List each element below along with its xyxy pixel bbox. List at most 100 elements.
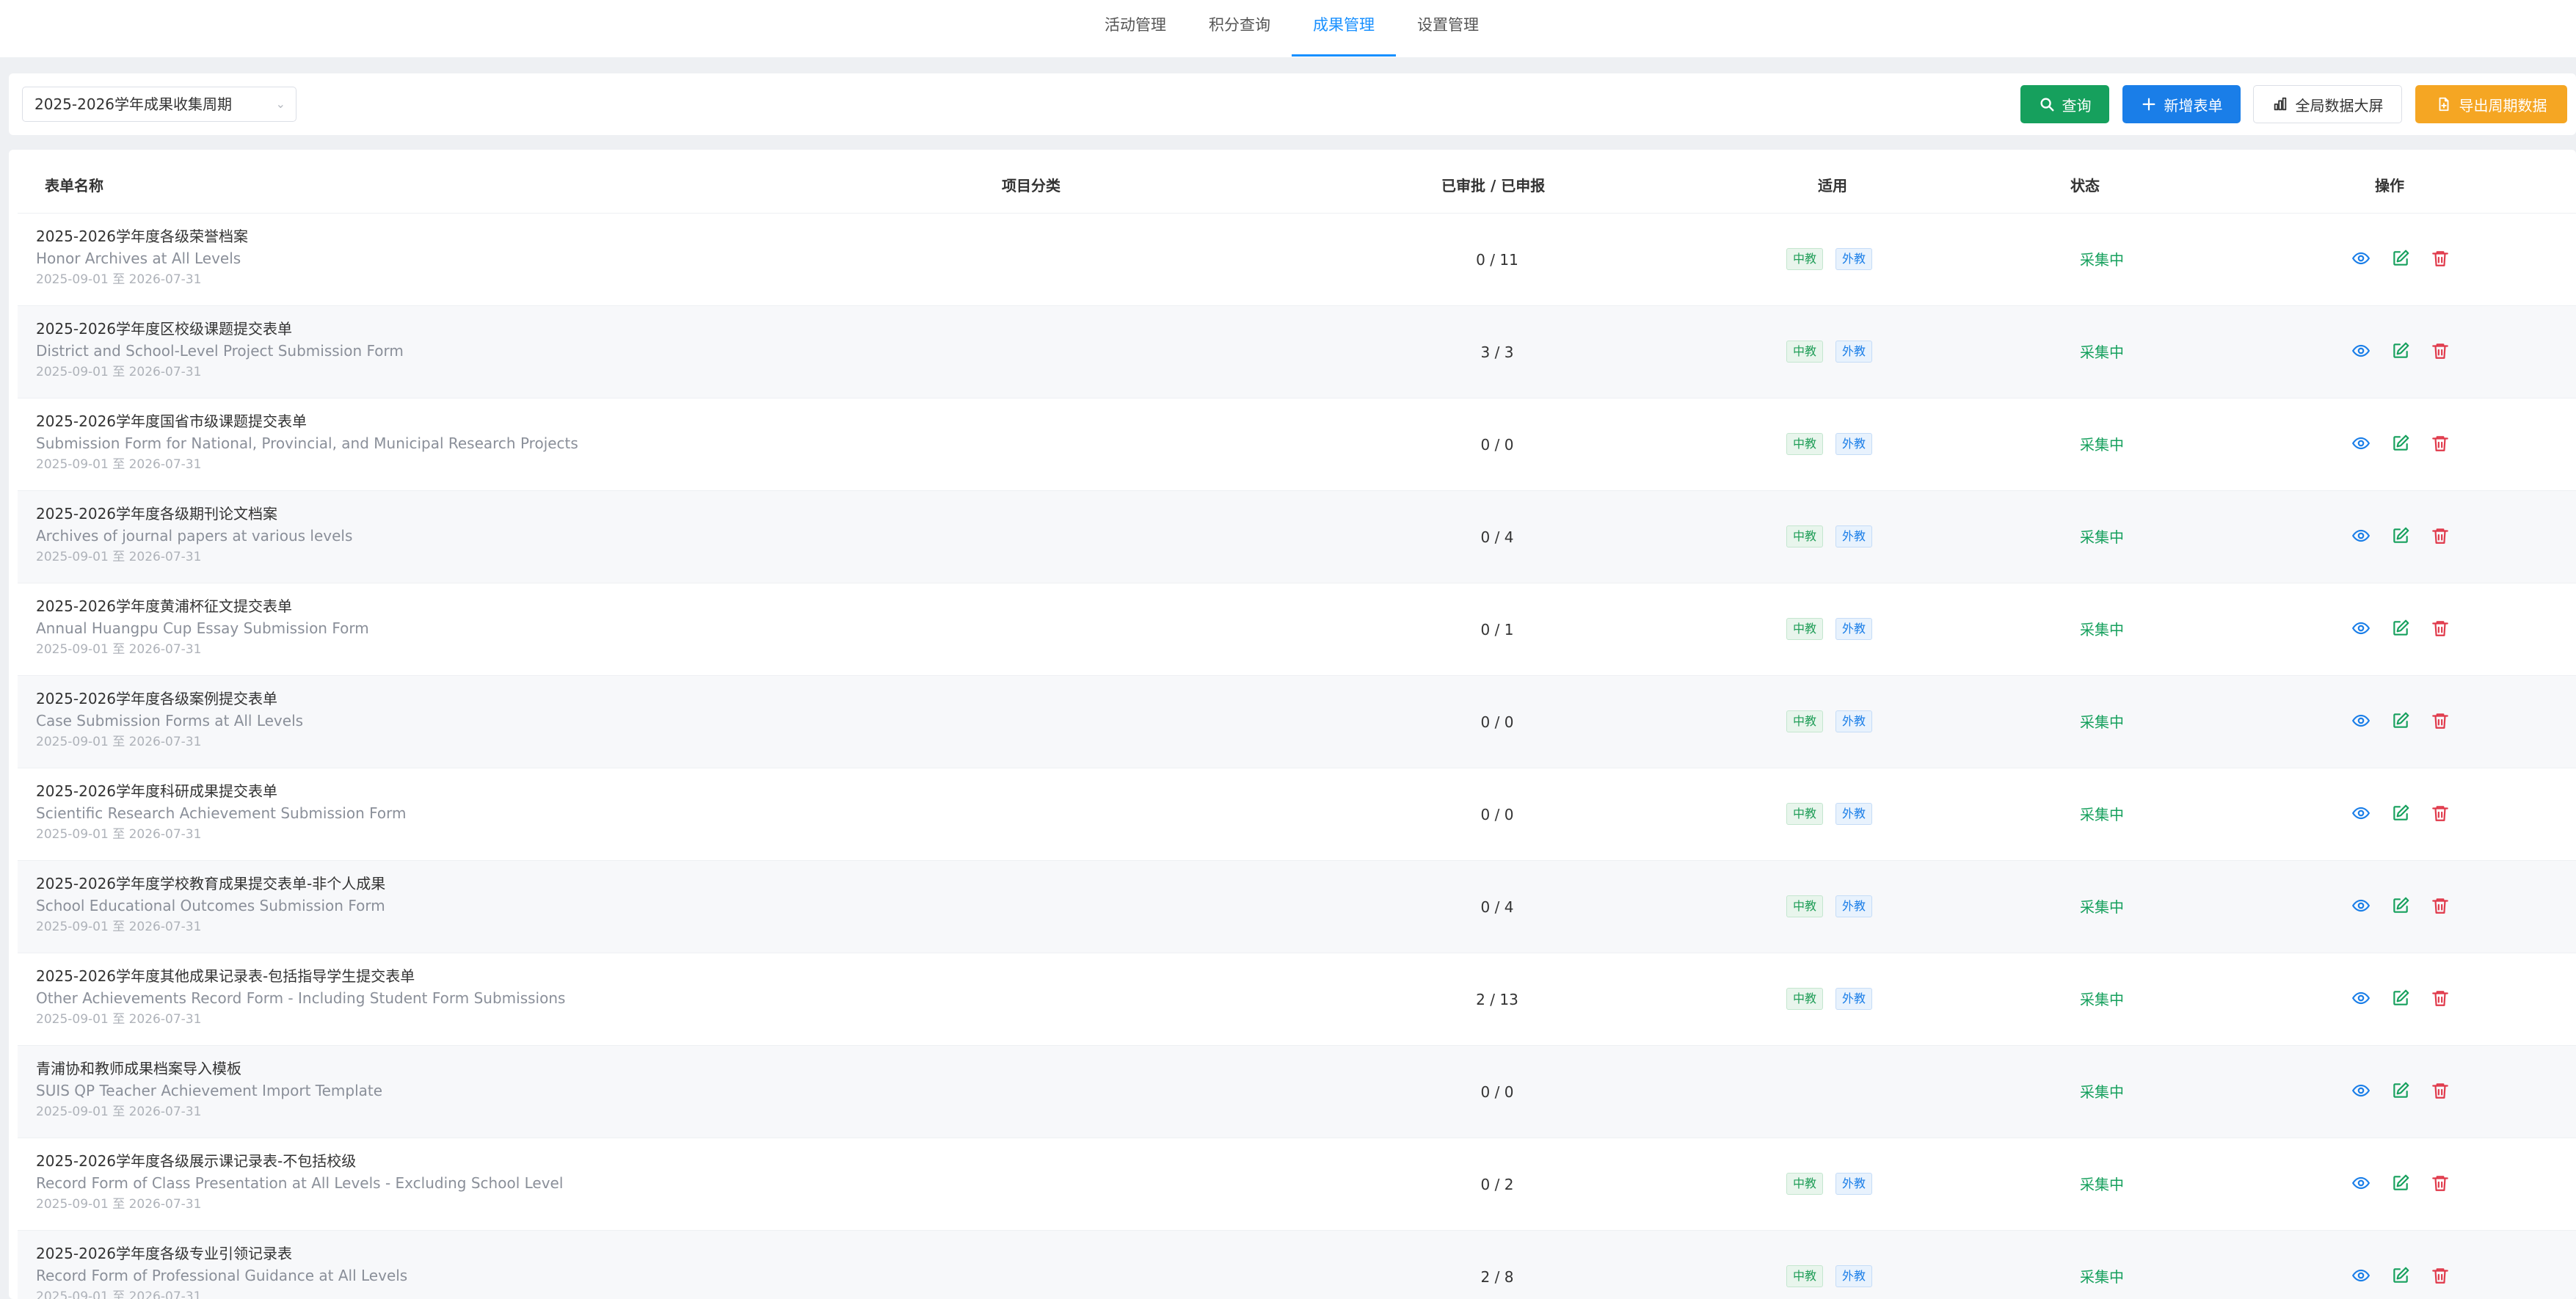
- edit-button[interactable]: [2391, 526, 2410, 545]
- view-button[interactable]: [2351, 711, 2371, 730]
- table-body: 2025-2026学年度各级荣誉档案 Honor Archives at All…: [18, 213, 2576, 1299]
- table-row: 2025-2026学年度科研成果提交表单 Scientific Research…: [18, 768, 2576, 860]
- edit-button[interactable]: [2391, 1266, 2410, 1285]
- delete-button[interactable]: [2431, 249, 2450, 268]
- form-date-range: 2025-09-01 至 2026-07-31: [36, 642, 202, 657]
- edit-icon: [2393, 989, 2409, 1005]
- status-text: 采集中: [2080, 343, 2124, 361]
- delete-button[interactable]: [2431, 434, 2450, 453]
- view-button[interactable]: [2351, 341, 2371, 360]
- form-name-en: Record Form of Professional Guidance at …: [36, 1267, 408, 1284]
- view-button[interactable]: [2351, 526, 2371, 545]
- form-date-range: 2025-09-01 至 2026-07-31: [36, 1105, 202, 1119]
- top-navigation: 活动管理 积分查询 成果管理 设置管理: [0, 0, 2576, 57]
- edit-button[interactable]: [2391, 896, 2410, 915]
- edit-button[interactable]: [2391, 711, 2410, 730]
- row-actions: [2351, 619, 2450, 638]
- applicable-tags: 中教 外教: [1786, 433, 1873, 455]
- form-name-cell: 2025-2026学年度国省市级课题提交表单 Submission Form f…: [36, 410, 578, 475]
- form-name-cell: 2025-2026学年度学校教育成果提交表单-非个人成果 School Educ…: [36, 873, 385, 937]
- edit-button[interactable]: [2391, 619, 2410, 638]
- tag-foreign-teacher: 外教: [1835, 803, 1873, 825]
- applicable-tags: 中教 外教: [1786, 710, 1873, 732]
- form-name-cell: 2025-2026学年度各级期刊论文档案 Archives of journal…: [36, 503, 352, 567]
- form-name-cell: 2025-2026学年度区校级课题提交表单 District and Schoo…: [36, 318, 404, 382]
- delete-button[interactable]: [2431, 341, 2450, 360]
- view-button[interactable]: [2351, 619, 2371, 638]
- approved-reported-count: 0 / 0: [1480, 806, 1514, 823]
- delete-button[interactable]: [2431, 619, 2450, 638]
- add-form-button[interactable]: 新增表单: [2122, 85, 2241, 123]
- delete-button[interactable]: [2431, 1174, 2450, 1193]
- form-name-cell: 2025-2026学年度各级荣誉档案 Honor Archives at All…: [36, 225, 248, 290]
- tag-chinese-teacher: 中教: [1786, 248, 1824, 270]
- chevron-down-icon: ⌄: [275, 97, 285, 111]
- approved-reported-count: 0 / 11: [1476, 251, 1518, 269]
- global-data-screen-label: 全局数据大屏: [2295, 96, 2384, 114]
- form-name-cell: 青浦协和教师成果档案导入模板 SUIS QP Teacher Achieveme…: [36, 1058, 382, 1122]
- approved-reported-count: 2 / 8: [1480, 1268, 1514, 1286]
- form-name-en: Scientific Research Achievement Submissi…: [36, 804, 407, 822]
- edit-button[interactable]: [2391, 1174, 2410, 1193]
- global-data-screen-button[interactable]: 全局数据大屏: [2253, 85, 2402, 123]
- edit-button[interactable]: [2391, 989, 2410, 1008]
- table-row: 2025-2026学年度各级展示课记录表-不包括校级 Record Form o…: [18, 1138, 2576, 1230]
- file-export-icon: [2439, 97, 2448, 112]
- delete-button[interactable]: [2431, 711, 2450, 730]
- view-button[interactable]: [2351, 1081, 2371, 1100]
- edit-button[interactable]: [2391, 804, 2410, 823]
- table-row: 2025-2026学年度黄浦杯征文提交表单 Annual Huangpu Cup…: [18, 583, 2576, 675]
- delete-button[interactable]: [2431, 526, 2450, 545]
- form-name-cell: 2025-2026学年度各级展示课记录表-不包括校级 Record Form o…: [36, 1150, 563, 1215]
- view-button[interactable]: [2351, 804, 2371, 823]
- trash-icon: [2432, 1268, 2448, 1284]
- table-row: 2025-2026学年度其他成果记录表-包括指导学生提交表单 Other Ach…: [18, 953, 2576, 1045]
- status-text: 采集中: [2080, 1176, 2124, 1193]
- header-status: 状态: [2070, 177, 2100, 194]
- edit-icon: [2393, 712, 2409, 728]
- trash-icon: [2432, 343, 2448, 359]
- eye-icon: [2351, 344, 2371, 357]
- filter-bar: 2025-2026学年成果收集周期 ⌄ 查询 新增表单 全局数据大屏 导出周期数…: [9, 73, 2576, 135]
- view-button[interactable]: [2351, 1174, 2371, 1193]
- tag-chinese-teacher: 中教: [1786, 341, 1824, 363]
- tab-activity-management[interactable]: 活动管理: [1083, 0, 1187, 57]
- tag-chinese-teacher: 中教: [1786, 618, 1824, 640]
- export-cycle-data-button[interactable]: 导出周期数据: [2415, 85, 2567, 123]
- plus-icon: [2142, 98, 2155, 111]
- delete-button[interactable]: [2431, 1081, 2450, 1100]
- row-actions: [2351, 249, 2450, 268]
- form-name-en: Record Form of Class Presentation at All…: [36, 1174, 564, 1192]
- edit-button[interactable]: [2391, 1081, 2410, 1100]
- view-button[interactable]: [2351, 1266, 2371, 1285]
- cycle-select[interactable]: 2025-2026学年成果收集周期 ⌄: [22, 87, 296, 122]
- view-button[interactable]: [2351, 249, 2371, 268]
- approved-reported-count: 0 / 0: [1480, 713, 1514, 731]
- tab-settings-management[interactable]: 设置管理: [1396, 0, 1500, 57]
- delete-button[interactable]: [2431, 804, 2450, 823]
- edit-icon: [2393, 1174, 2409, 1190]
- eye-icon: [2351, 1084, 2371, 1097]
- query-button-label: 查询: [2062, 96, 2092, 114]
- delete-button[interactable]: [2431, 896, 2450, 915]
- edit-icon: [2393, 434, 2409, 451]
- status-text: 采集中: [2080, 1268, 2124, 1286]
- form-date-range: 2025-09-01 至 2026-07-31: [36, 1289, 202, 1299]
- approved-reported-count: 0 / 4: [1480, 898, 1514, 916]
- view-button[interactable]: [2351, 989, 2371, 1008]
- tab-points-query[interactable]: 积分查询: [1187, 0, 1292, 57]
- form-date-range: 2025-09-01 至 2026-07-31: [36, 920, 202, 934]
- delete-button[interactable]: [2431, 1266, 2450, 1285]
- header-project-category: 项目分类: [1002, 177, 1060, 194]
- edit-button[interactable]: [2391, 341, 2410, 360]
- view-button[interactable]: [2351, 896, 2371, 915]
- view-button[interactable]: [2351, 434, 2371, 453]
- row-actions: [2351, 526, 2450, 545]
- tab-achievement-management[interactable]: 成果管理: [1292, 0, 1396, 57]
- query-button[interactable]: 查询: [2020, 85, 2109, 123]
- edit-button[interactable]: [2391, 434, 2410, 453]
- table-row: 2025-2026学年度国省市级课题提交表单 Submission Form f…: [18, 398, 2576, 490]
- edit-button[interactable]: [2391, 249, 2410, 268]
- delete-button[interactable]: [2431, 989, 2450, 1008]
- trash-icon: [2432, 806, 2448, 821]
